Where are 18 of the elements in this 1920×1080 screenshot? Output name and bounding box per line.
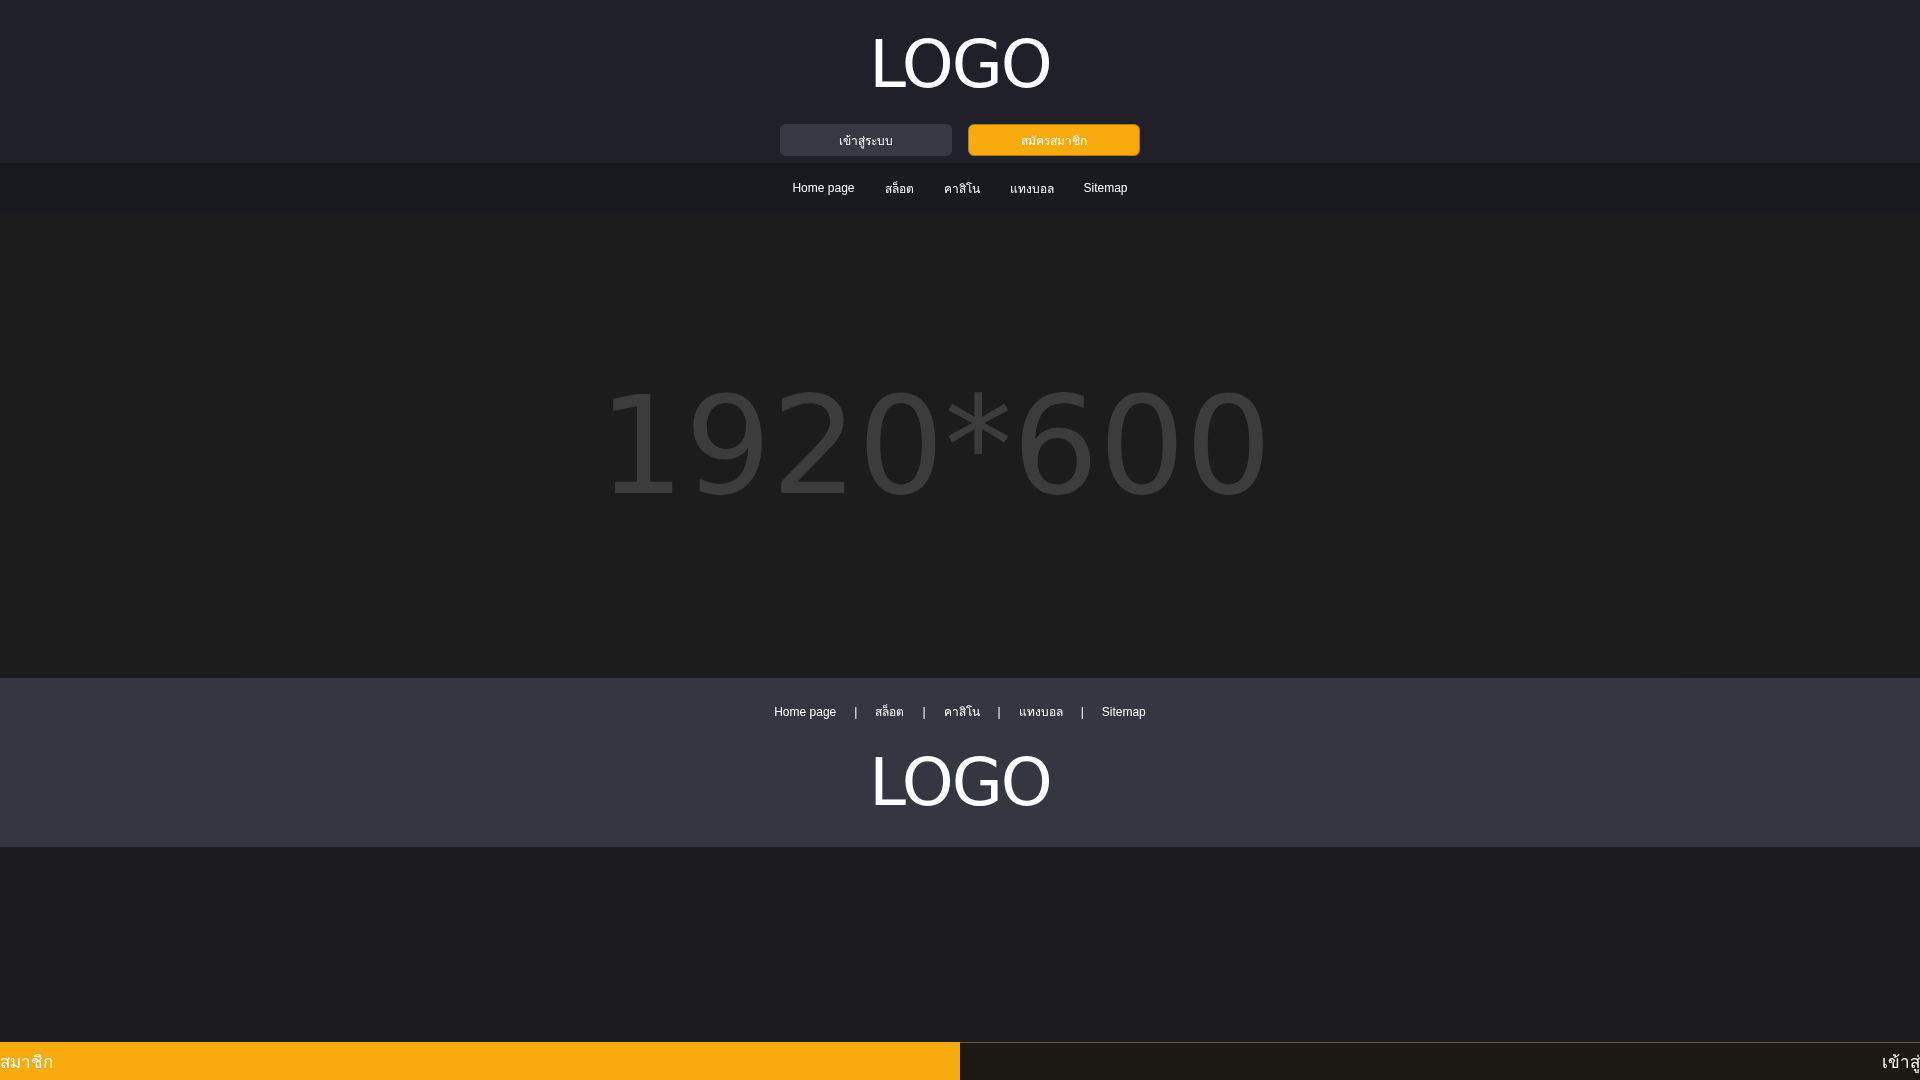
footer-link[interactable]: แทงบอล [1018,702,1063,721]
nav-link[interactable]: สล็อต [884,178,914,198]
separator: | [854,704,858,719]
footer-link[interactable]: Sitemap [1101,704,1146,719]
nav-link[interactable]: คาสิโน [943,178,980,198]
separator: | [1080,704,1084,719]
login-button[interactable]: เข้าสู่ระบบ [780,124,952,156]
login-bar-button[interactable]: เข้าสู่ [960,1042,1920,1080]
nav-link[interactable]: Sitemap [1083,181,1128,195]
nav-link[interactable]: Home page [792,181,855,195]
site-logo[interactable]: LOGO [869,32,1051,98]
footer-logo[interactable]: LOGO [869,750,1051,816]
nav-link[interactable]: แทงบอล [1009,178,1054,198]
separator: | [997,704,1001,719]
footer-link[interactable]: Home page [774,704,837,719]
separator: | [922,704,926,719]
footer-link[interactable]: คาสิโน [943,702,980,721]
footer-link[interactable]: สล็อต [875,702,905,721]
